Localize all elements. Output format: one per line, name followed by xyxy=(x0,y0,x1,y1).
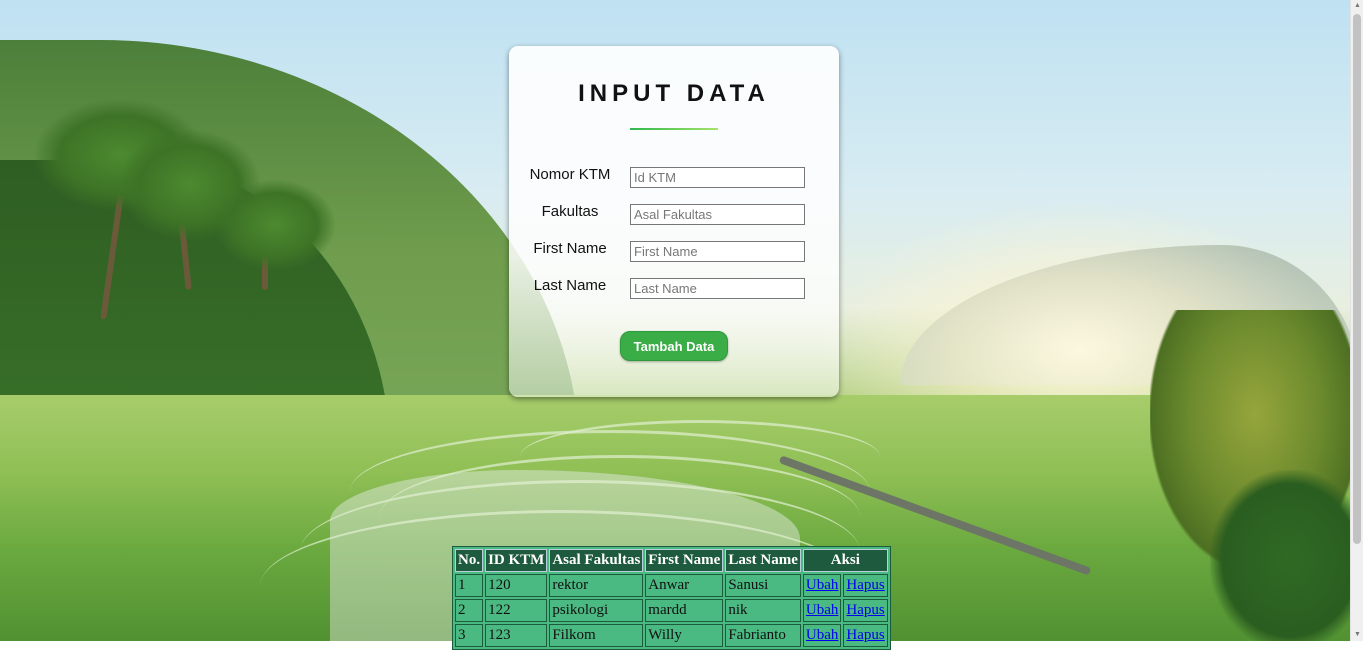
form-title: INPUT DATA xyxy=(578,80,770,107)
data-table: No. ID KTM Asal Fakultas First Name Last… xyxy=(452,546,891,650)
table-row: 2 122 psikologi mardd nik Ubah Hapus xyxy=(455,599,888,622)
hapus-link[interactable]: Hapus xyxy=(846,577,884,593)
fakultas-label: Fakultas xyxy=(541,203,599,220)
page-scrollbar[interactable]: ▲ ▼ xyxy=(1350,0,1363,641)
cell-fakultas: Filkom xyxy=(549,624,644,647)
cell-no: 1 xyxy=(455,574,484,597)
header-id-ktm: ID KTM xyxy=(485,549,548,572)
cell-first-name: Willy xyxy=(645,624,724,647)
scrollbar-thumb[interactable] xyxy=(1353,14,1361,544)
ubah-link[interactable]: Ubah xyxy=(806,602,839,618)
header-last-name: Last Name xyxy=(725,549,801,572)
ubah-link[interactable]: Ubah xyxy=(806,577,839,593)
header-no: No. xyxy=(455,549,484,572)
cell-fakultas: rektor xyxy=(549,574,644,597)
hapus-link[interactable]: Hapus xyxy=(846,602,884,618)
fakultas-input[interactable] xyxy=(630,204,805,225)
first-name-label: First Name xyxy=(533,240,607,257)
cell-edit: Ubah xyxy=(802,599,842,622)
cell-first-name: Anwar xyxy=(645,574,724,597)
cell-no: 2 xyxy=(455,599,484,622)
cell-edit: Ubah xyxy=(802,574,842,597)
header-asal-fakultas: Asal Fakultas xyxy=(549,549,644,572)
table-row: 1 120 rektor Anwar Sanusi Ubah Hapus xyxy=(455,574,888,597)
cell-last-name: Sanusi xyxy=(725,574,801,597)
table-header-row: No. ID KTM Asal Fakultas First Name Last… xyxy=(455,549,888,572)
table-row: 3 123 Filkom Willy Fabrianto Ubah Hapus xyxy=(455,624,888,647)
cell-fakultas: psikologi xyxy=(549,599,644,622)
triangle-down-icon[interactable]: ▼ xyxy=(1351,629,1363,641)
title-underline xyxy=(630,128,718,130)
last-name-label: Last Name xyxy=(533,277,607,294)
cell-id-ktm: 122 xyxy=(485,599,548,622)
cell-first-name: mardd xyxy=(645,599,724,622)
input-form-card: INPUT DATA Nomor KTM Fakultas First Name… xyxy=(509,46,839,397)
last-name-input[interactable] xyxy=(630,278,805,299)
nomor-ktm-input[interactable] xyxy=(630,167,805,188)
header-aksi: Aksi xyxy=(802,549,888,572)
tambah-data-button[interactable]: Tambah Data xyxy=(620,331,728,361)
cell-edit: Ubah xyxy=(802,624,842,647)
cell-no: 3 xyxy=(455,624,484,647)
cell-id-ktm: 120 xyxy=(485,574,548,597)
cell-delete: Hapus xyxy=(843,599,888,622)
triangle-up-icon[interactable]: ▲ xyxy=(1351,0,1363,12)
nomor-ktm-label: Nomor KTM xyxy=(529,166,611,183)
cell-id-ktm: 123 xyxy=(485,624,548,647)
first-name-input[interactable] xyxy=(630,241,805,262)
cell-last-name: nik xyxy=(725,599,801,622)
cell-last-name: Fabrianto xyxy=(725,624,801,647)
cell-delete: Hapus xyxy=(843,624,888,647)
cell-delete: Hapus xyxy=(843,574,888,597)
header-first-name: First Name xyxy=(645,549,724,572)
